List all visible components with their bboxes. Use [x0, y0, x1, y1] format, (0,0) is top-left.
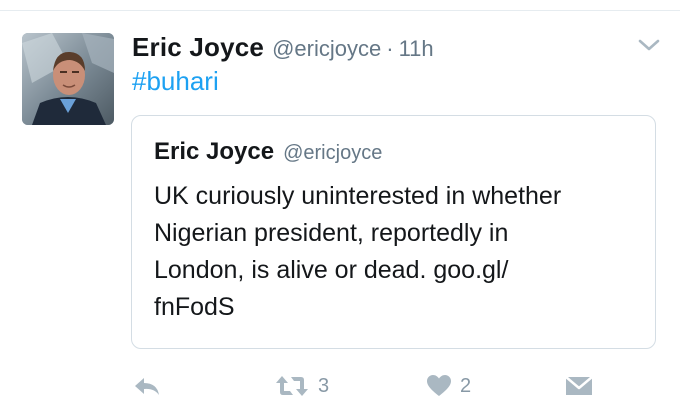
quoted-text-line: fnFodS: [154, 293, 235, 321]
header-separator: ·: [386, 36, 394, 61]
retweet-icon: [274, 374, 310, 398]
quoted-tweet-header: Eric Joyce @ericjoyce: [154, 138, 382, 166]
retweet-count: 3: [318, 374, 330, 397]
direct-message-button[interactable]: [565, 366, 593, 406]
quoted-tweet-card[interactable]: Eric Joyce @ericjoyce UK curiously unint…: [131, 115, 656, 349]
avatar[interactable]: [22, 33, 114, 125]
reply-button[interactable]: [132, 366, 162, 406]
reply-icon: [132, 374, 162, 398]
author-display-name[interactable]: Eric Joyce: [132, 32, 264, 63]
quoted-author-display-name: Eric Joyce: [154, 138, 275, 165]
heart-icon: [426, 374, 452, 398]
tweet-header: Eric Joyce @ericjoyce · 11h: [132, 32, 434, 64]
hashtag-link[interactable]: #buhari: [132, 66, 219, 97]
quoted-tweet-text: UK curiously uninterested in whether Nig…: [154, 178, 644, 326]
tweet-actions: 3 2: [0, 366, 680, 406]
like-button[interactable]: 2: [426, 366, 471, 406]
chevron-down-icon[interactable]: [636, 36, 662, 54]
envelope-icon: [565, 375, 593, 397]
quoted-text-line: London, is alive or dead. goo.gl/: [154, 256, 509, 284]
retweet-button[interactable]: 3: [274, 366, 329, 406]
quoted-text-line: Nigerian president, reportedly in: [154, 219, 509, 247]
tweet-timestamp[interactable]: 11h: [399, 36, 434, 62]
quoted-text-line: UK curiously uninterested in whether: [154, 182, 562, 210]
author-handle[interactable]: @ericjoyce: [272, 36, 381, 62]
tweet[interactable]: Eric Joyce @ericjoyce · 11h #buhari Eric…: [0, 0, 680, 414]
like-count: 2: [460, 374, 472, 397]
quoted-author-handle: @ericjoyce: [283, 142, 383, 164]
